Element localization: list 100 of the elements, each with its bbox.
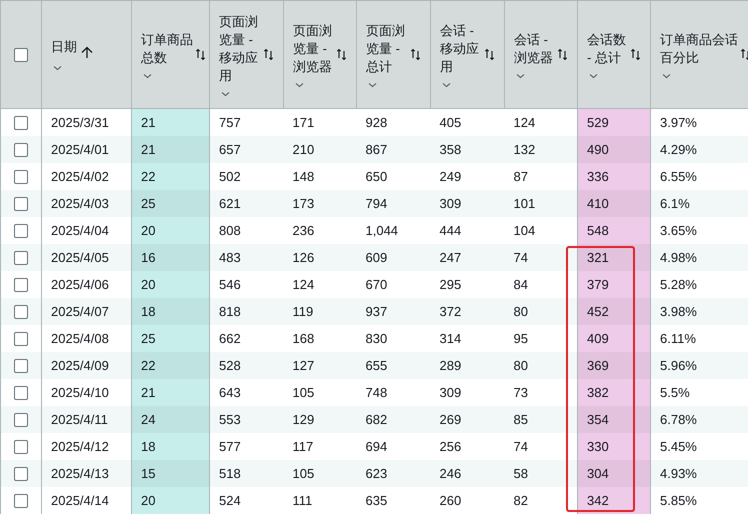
column-header[interactable]: 会话数 - 总计 [587,30,627,66]
checkbox[interactable] [14,386,28,400]
checkbox[interactable] [14,359,28,374]
table-cell: 444 [430,217,504,244]
table-cell: 657 [210,136,284,163]
column-header[interactable]: 会话 - 浏览器 [514,30,554,66]
table-cell: 314 [430,325,504,352]
table-cell: 609 [356,244,430,271]
sort-up-arrow-icon[interactable] [81,46,93,59]
checkbox[interactable] [14,440,28,454]
chevron-down-icon[interactable] [53,65,62,71]
checkbox[interactable] [14,143,28,158]
table-cell: 483 [210,244,284,271]
table-cell: 358 [430,136,504,163]
checkbox[interactable] [14,494,28,508]
table-cell: 808 [210,217,284,244]
table-cell: 577 [210,433,284,460]
table-cell: 295 [430,271,504,298]
table-cell: 830 [356,325,430,352]
chevron-down-icon[interactable] [295,82,304,88]
checkbox[interactable] [14,116,28,130]
table-cell: 5.96% [650,352,748,379]
table-cell: 73 [504,379,578,406]
table-cell: 129 [284,406,356,433]
table-cell: 490 [578,136,650,163]
table-cell: 21 [132,108,210,136]
table-cell: 694 [356,433,430,460]
table-cell: 372 [430,298,504,325]
checkbox[interactable] [14,467,28,482]
table-cell: 236 [284,217,356,244]
checkbox[interactable] [14,305,28,320]
table-cell: 748 [356,379,430,406]
table-cell: 119 [284,298,356,325]
checkbox[interactable] [14,332,28,346]
table-cell: 6.11% [650,325,748,352]
table-cell: 670 [356,271,430,298]
table-cell: 80 [504,298,578,325]
chevron-down-icon[interactable] [221,90,230,96]
table-cell: 309 [430,190,504,217]
table-cell: 621 [210,190,284,217]
table-cell: 85 [504,406,578,433]
checkbox[interactable] [14,251,28,266]
table-cell: 15 [132,460,210,487]
table-cell: 524 [210,487,284,514]
table-cell: 95 [504,325,578,352]
checkbox[interactable] [14,48,28,62]
chevron-down-icon[interactable] [516,72,525,78]
sort-icon[interactable] [195,48,206,61]
table-cell: 105 [284,460,356,487]
table-cell: 546 [210,271,284,298]
sort-icon[interactable] [336,48,347,61]
table-cell: 336 [578,163,650,190]
table-cell: 80 [504,352,578,379]
sort-icon[interactable] [484,48,495,61]
table-cell: 126 [284,244,356,271]
sort-icon[interactable] [557,48,568,61]
table-cell: 6.1% [650,190,748,217]
sort-icon[interactable] [410,48,421,61]
sort-icon[interactable] [740,48,748,61]
table-cell: 655 [356,352,430,379]
table-cell: 548 [578,217,650,244]
table-cell: 22 [132,352,210,379]
table-cell: 124 [504,108,578,136]
chevron-down-icon[interactable] [662,72,671,78]
table-cell: 117 [284,433,356,460]
table-cell: 867 [356,136,430,163]
checkbox[interactable] [14,278,28,292]
checkbox[interactable] [14,170,28,184]
table-cell: 309 [430,379,504,406]
table-cell: 260 [430,487,504,514]
checkbox[interactable] [14,413,28,428]
table-cell: 171 [284,108,356,136]
chevron-down-icon[interactable] [368,82,377,88]
table-cell: 24 [132,406,210,433]
table-cell: 20 [132,271,210,298]
table-cell: 132 [504,136,578,163]
sort-icon[interactable] [630,48,641,61]
table-cell: 87 [504,163,578,190]
table-cell: 643 [210,379,284,406]
chevron-down-icon[interactable] [442,82,451,88]
table-cell: 21 [132,136,210,163]
checkbox[interactable] [14,197,28,212]
table-cell: 104 [504,217,578,244]
table-cell: 6.55% [650,163,748,190]
table-cell: 246 [430,460,504,487]
table-cell: 794 [356,190,430,217]
table-cell: 4.98% [650,244,748,271]
table-cell: 623 [356,460,430,487]
table-cell: 928 [356,108,430,136]
column-header[interactable]: 日期 [51,38,77,56]
table-cell: 757 [210,108,284,136]
table-cell: 289 [430,352,504,379]
table-cell: 3.97% [650,108,748,136]
checkbox[interactable] [14,224,28,238]
table-cell: 5.45% [650,433,748,460]
table-cell: 168 [284,325,356,352]
sort-icon[interactable] [263,48,274,61]
chevron-down-icon[interactable] [589,72,598,78]
table-cell: 101 [504,190,578,217]
chevron-down-icon[interactable] [143,72,152,78]
